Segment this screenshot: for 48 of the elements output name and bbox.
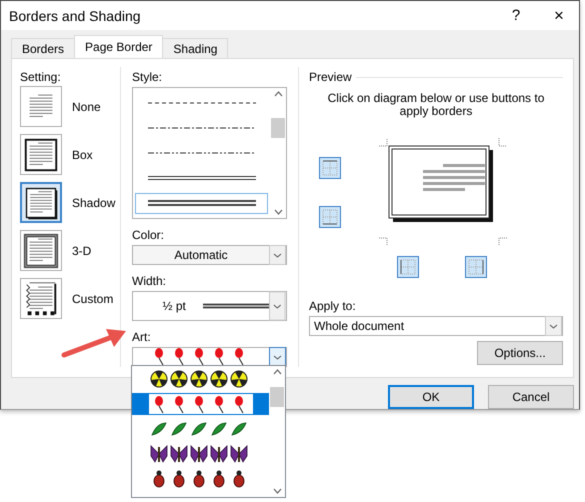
setting-option-label: Custom bbox=[72, 292, 114, 306]
width-dropdown[interactable]: ½ pt bbox=[132, 291, 287, 321]
window-title: Borders and Shading bbox=[9, 8, 142, 24]
page-preview-drawing[interactable] bbox=[378, 138, 508, 246]
setting-label: Setting: bbox=[20, 70, 62, 84]
tab[interactable]: Borders bbox=[11, 38, 76, 58]
art-label: Art: bbox=[132, 330, 152, 344]
scroll-down-icon bbox=[274, 209, 282, 215]
color-label: Color: bbox=[132, 228, 166, 242]
setting-option-button[interactable] bbox=[20, 230, 62, 271]
setting-option-label: Box bbox=[72, 148, 93, 162]
cancel-button[interactable]: Cancel bbox=[488, 385, 574, 409]
style-option[interactable] bbox=[135, 192, 268, 214]
ok-button[interactable]: OK bbox=[388, 385, 474, 409]
border-toggle-button[interactable] bbox=[319, 157, 341, 179]
art-dropdown[interactable] bbox=[132, 347, 287, 367]
options-button[interactable]: Options... bbox=[477, 341, 563, 365]
scroll-up-icon bbox=[272, 369, 282, 375]
tab[interactable]: Page Border bbox=[74, 35, 164, 58]
width-label: Width: bbox=[132, 274, 168, 288]
tab[interactable]: Shading bbox=[162, 38, 228, 58]
setting-option-label: Shadow bbox=[72, 196, 116, 210]
help-button[interactable]: ? bbox=[493, 7, 539, 24]
scroll-up-icon bbox=[274, 91, 282, 97]
close-button[interactable]: × bbox=[539, 6, 579, 26]
border-grid-icon bbox=[321, 159, 339, 177]
annotation-arrow bbox=[62, 329, 126, 358]
line-width-sample bbox=[203, 302, 270, 310]
style-label: Style: bbox=[132, 70, 164, 84]
color-dropdown[interactable]: Automatic bbox=[132, 245, 287, 265]
setting-option-button[interactable] bbox=[20, 134, 62, 175]
apply-to-label: Apply to: bbox=[309, 299, 357, 313]
setting-option-button[interactable] bbox=[20, 278, 62, 319]
apply-to-dropdown[interactable]: Whole document bbox=[309, 316, 563, 336]
preview-label: Preview bbox=[309, 70, 352, 84]
border-toggle-button[interactable] bbox=[319, 206, 341, 228]
setting-option-button[interactable] bbox=[20, 182, 62, 223]
setting-option-label: None bbox=[72, 100, 101, 114]
setting-option-label: 3-D bbox=[72, 244, 92, 258]
scroll-down-icon bbox=[272, 488, 282, 494]
border-toggle-button[interactable] bbox=[397, 256, 419, 278]
scrollbar-thumb[interactable] bbox=[271, 118, 285, 138]
border-toggle-button[interactable] bbox=[465, 256, 487, 278]
border-grid-icon bbox=[399, 258, 417, 276]
border-grid-icon bbox=[467, 258, 485, 276]
border-grid-icon bbox=[321, 208, 339, 226]
scrollbar-thumb[interactable] bbox=[270, 386, 284, 406]
preview-hint: Click on diagram below or use buttons to apply borders bbox=[326, 92, 546, 118]
